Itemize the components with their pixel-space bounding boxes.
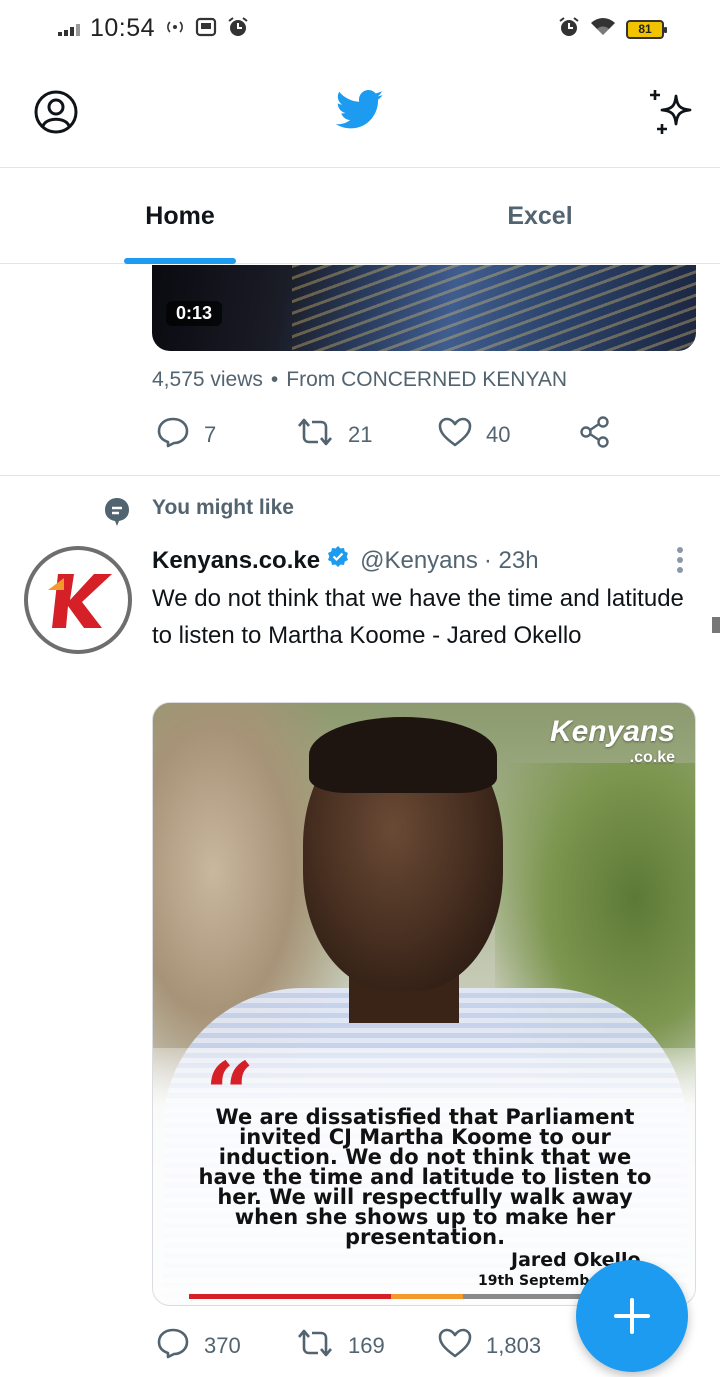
prev-tweet-actions: 7 21 40 [152, 415, 652, 455]
tab-home[interactable]: Home [0, 168, 360, 264]
reply-count: 7 [204, 422, 217, 447]
image-stripe-orange [391, 1294, 463, 1299]
tab-excel-label: Excel [507, 202, 573, 230]
retweet-icon [296, 1328, 334, 1364]
reply-icon [156, 1327, 190, 1365]
like-button[interactable]: 1,803 [438, 1328, 541, 1364]
image-brand: Kenyans [549, 715, 675, 748]
retweet-button[interactable]: 169 [296, 1328, 385, 1364]
video-player[interactable]: 0:13 [152, 265, 696, 351]
wifi-icon [590, 17, 616, 42]
tweet-image[interactable]: Kenyans .co.ke “ We are dissatisfied tha… [152, 702, 696, 1306]
suggestion-label: You might like [152, 496, 294, 519]
timeline-tabs: Home Excel [0, 168, 720, 264]
video-duration: 0:13 [166, 301, 223, 326]
tweet-header: Kenyans.co.ke @Kenyans · 23h [152, 545, 539, 576]
profile-icon[interactable] [34, 90, 78, 139]
verified-badge-icon [326, 545, 350, 576]
meta-separator: • [270, 368, 279, 391]
kenyans-avatar[interactable] [24, 546, 132, 654]
battery-icon: 81 [626, 20, 667, 39]
like-count: 40 [486, 422, 511, 447]
status-bar: 10:54 81 [0, 0, 720, 58]
video-meta: 4,575 views • From CONCERNED KENYAN [152, 368, 567, 392]
share-button[interactable] [578, 415, 612, 455]
tweet-time: · 23h [483, 546, 539, 574]
author-handle[interactable]: @Kenyans [360, 547, 478, 575]
author-name[interactable]: Kenyans.co.ke [152, 547, 320, 575]
compose-tweet-button[interactable] [576, 1260, 688, 1372]
heart-icon [438, 417, 472, 453]
retweet-button[interactable]: 21 [296, 417, 372, 453]
sparkle-icon[interactable] [648, 88, 696, 141]
hotspot-icon [165, 19, 185, 38]
image-hair [309, 717, 497, 793]
share-icon [578, 415, 612, 455]
image-quote: We are dissatisfied that Parliament invi… [198, 1105, 652, 1249]
heart-icon [438, 1328, 472, 1364]
tweet-text: We do not think that we have the time an… [152, 585, 684, 649]
reply-button[interactable]: 370 [156, 1327, 241, 1365]
reply-button[interactable]: 7 [156, 416, 216, 454]
tab-home-label: Home [145, 202, 215, 230]
signal-icon [58, 22, 80, 36]
reply-icon [156, 416, 190, 454]
tweet-actions: 370 169 1,803 [152, 1326, 652, 1366]
alarm-icon [558, 16, 580, 43]
video-frame [292, 265, 696, 351]
view-count: 4,575 views [152, 368, 263, 391]
video-source[interactable]: From CONCERNED KENYAN [286, 368, 567, 391]
tweet-divider [0, 475, 720, 476]
active-tab-indicator [124, 258, 236, 264]
tab-excel[interactable]: Excel [360, 168, 720, 264]
retweet-count: 169 [348, 1333, 385, 1358]
image-brand-sub: .co.ke [629, 749, 675, 766]
more-options-icon[interactable] [676, 546, 684, 579]
suggestion-icon [104, 497, 130, 532]
clock: 10:54 [90, 14, 156, 42]
retweet-icon [296, 417, 334, 453]
inbox-icon [195, 17, 217, 40]
image-stripe-red [189, 1294, 391, 1299]
like-button[interactable]: 40 [438, 417, 510, 453]
app-header [0, 58, 720, 168]
scrollbar-thumb[interactable] [712, 617, 720, 633]
like-count: 1,803 [486, 1333, 542, 1358]
twitter-bird-icon [335, 90, 384, 135]
image-brand-watermark: Kenyans .co.ke [550, 717, 675, 771]
reply-count: 370 [204, 1333, 241, 1358]
retweet-count: 21 [348, 422, 373, 447]
alarm-icon [227, 16, 249, 41]
